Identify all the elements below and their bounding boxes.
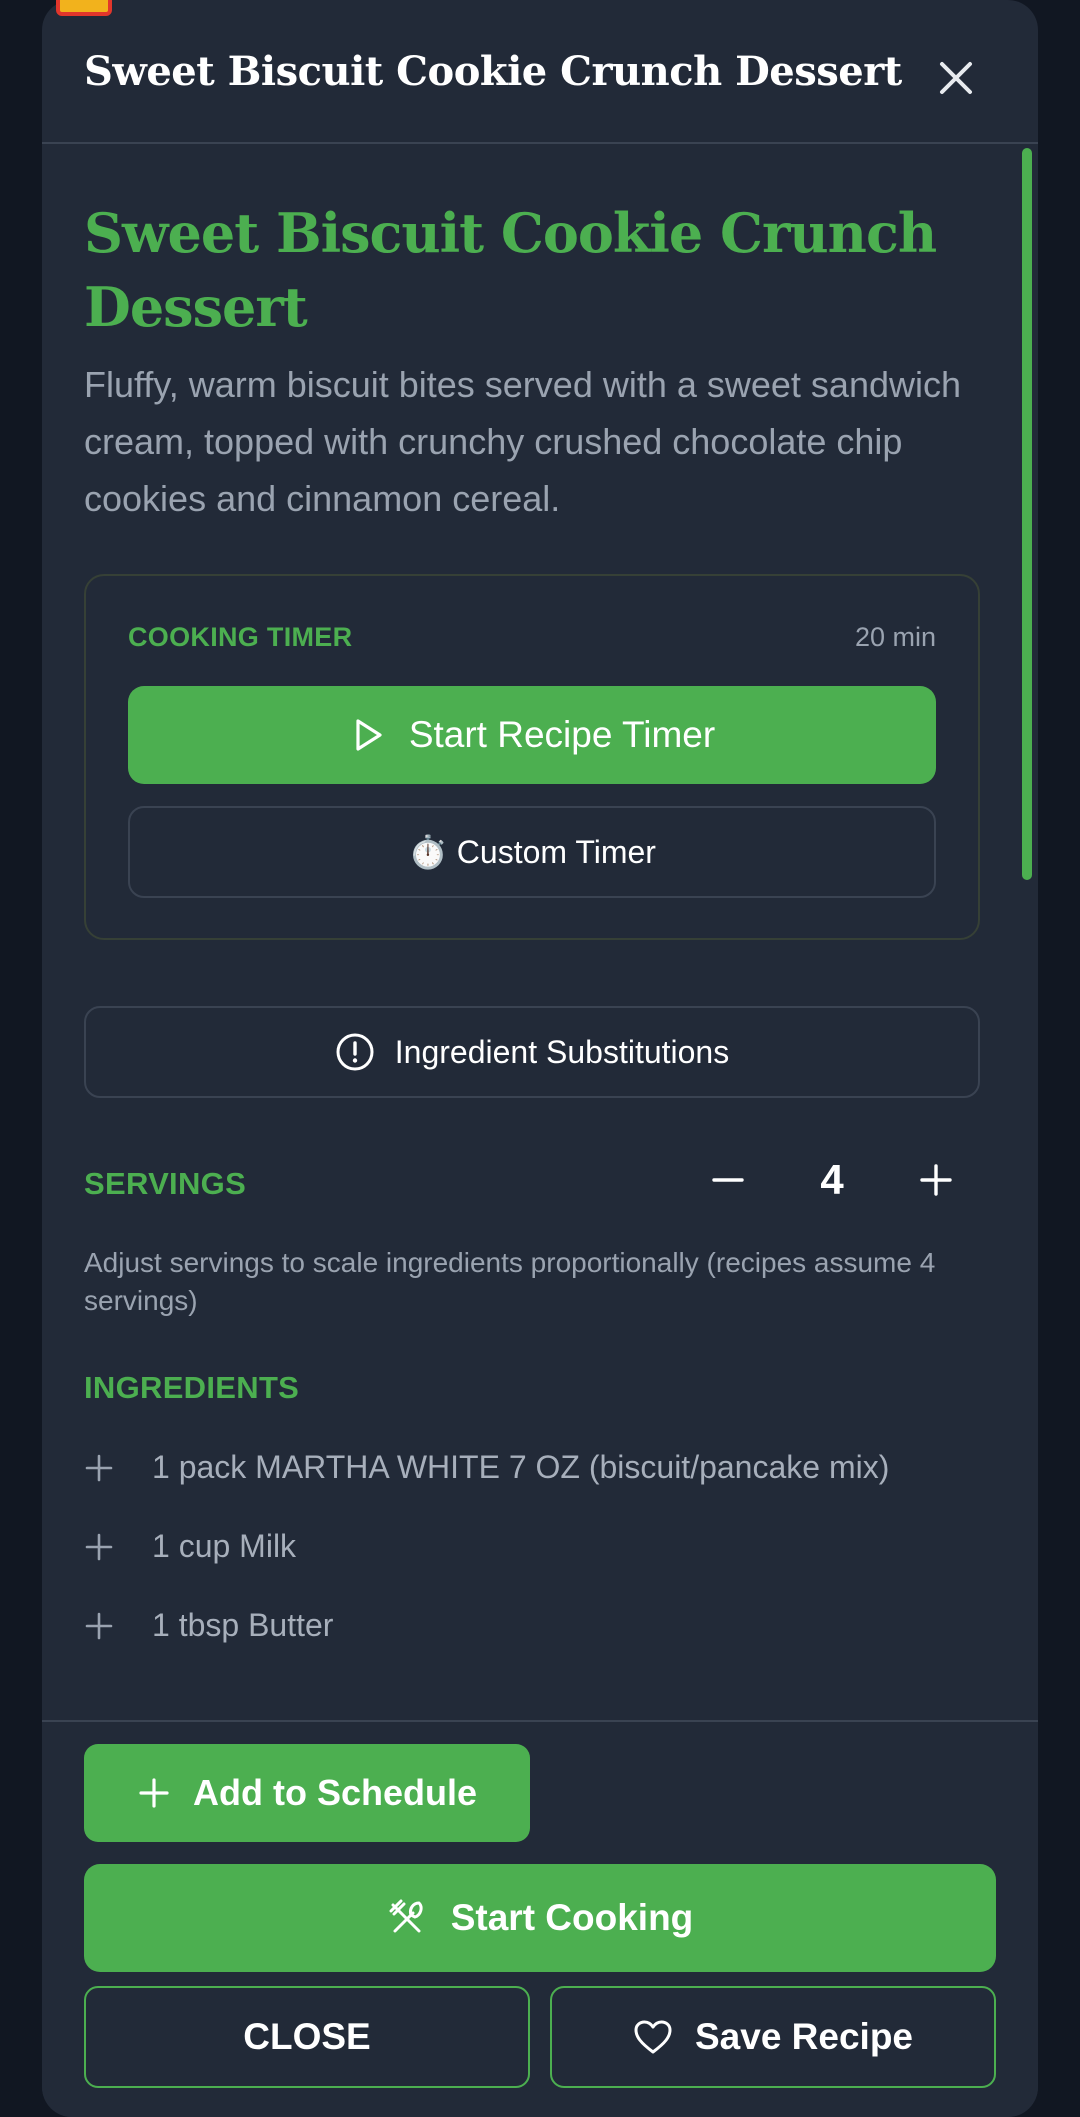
plus-icon[interactable] [84,1532,114,1562]
modal-header: Sweet Biscuit Cookie Crunch Dessert [42,0,1038,144]
modal-footer: Add to Schedule Start Cooking CLOSE Save… [42,1720,1038,2117]
timer-label: COOKING TIMER [128,622,353,652]
scrollbar[interactable] [1022,148,1032,880]
ingredients-list: 1 pack MARTHA WHITE 7 OZ (biscuit/pancak… [84,1428,984,1665]
modal-body[interactable]: Sweet Biscuit Cookie Crunch Dessert Fluf… [42,144,1038,1720]
servings-note: Adjust servings to scale ingredients pro… [84,1247,936,1316]
cooking-timer-card: COOKING TIMER 20 min Start Recipe Timer … [84,574,980,940]
timer-duration: 20 min [854,622,936,652]
recipe-title: Sweet Biscuit Cookie Crunch Dessert [84,201,937,339]
play-icon [349,716,387,754]
ingredient-item[interactable]: 1 cup Milk [84,1507,984,1586]
save-recipe-button[interactable]: Save Recipe [550,1986,996,2088]
ingredient-item[interactable]: 1 tbsp Butter [84,1586,984,1665]
close-label: CLOSE [243,2016,371,2057]
start-cooking-label: Start Cooking [450,1897,694,1938]
alert-circle-icon [335,1032,375,1072]
plus-icon [920,1164,952,1196]
ingredient-text: 1 tbsp Butter [152,1607,334,1643]
ingredient-item[interactable]: 1 pack MARTHA WHITE 7 OZ (biscuit/pancak… [84,1428,984,1507]
start-timer-label: Start Recipe Timer [408,714,716,755]
ingredient-text: 1 cup Milk [152,1528,297,1564]
servings-label: SERVINGS [84,1166,247,1201]
add-to-schedule-label: Add to Schedule [192,1772,477,1813]
recipe-modal: Sweet Biscuit Cookie Crunch Dessert Swee… [42,0,1038,2117]
start-recipe-timer-button[interactable]: Start Recipe Timer [128,686,936,784]
plus-icon[interactable] [84,1453,114,1483]
plus-icon [137,1776,171,1810]
ingredients-label: INGREDIENTS [84,1370,300,1405]
recipe-description: Fluffy, warm biscuit bites served with a… [84,364,962,519]
servings-value: 4 [820,1156,844,1203]
plus-icon[interactable] [84,1611,114,1641]
add-to-schedule-button[interactable]: Add to Schedule [84,1744,530,1842]
heart-icon [633,2019,673,2055]
decrease-servings-button[interactable] [698,1150,758,1210]
increase-servings-button[interactable] [906,1150,966,1210]
modal-title: Sweet Biscuit Cookie Crunch Dessert [84,48,902,95]
app-badge-icon [56,0,112,16]
ingredient-substitutions-button[interactable]: Ingredient Substitutions [84,1006,980,1098]
utensils-crossed-icon [387,1897,429,1939]
substitutions-label: Ingredient Substitutions [394,1033,730,1070]
custom-timer-label: ⏱️ Custom Timer [408,834,656,870]
close-button[interactable]: CLOSE [84,1986,530,2088]
custom-timer-button[interactable]: ⏱️ Custom Timer [128,806,936,898]
minus-icon [712,1178,744,1182]
save-recipe-label: Save Recipe [694,2016,914,2057]
ingredient-text: 1 pack MARTHA WHITE 7 OZ (biscuit/pancak… [152,1449,890,1485]
close-icon[interactable] [932,54,980,102]
start-cooking-button[interactable]: Start Cooking [84,1864,996,1972]
